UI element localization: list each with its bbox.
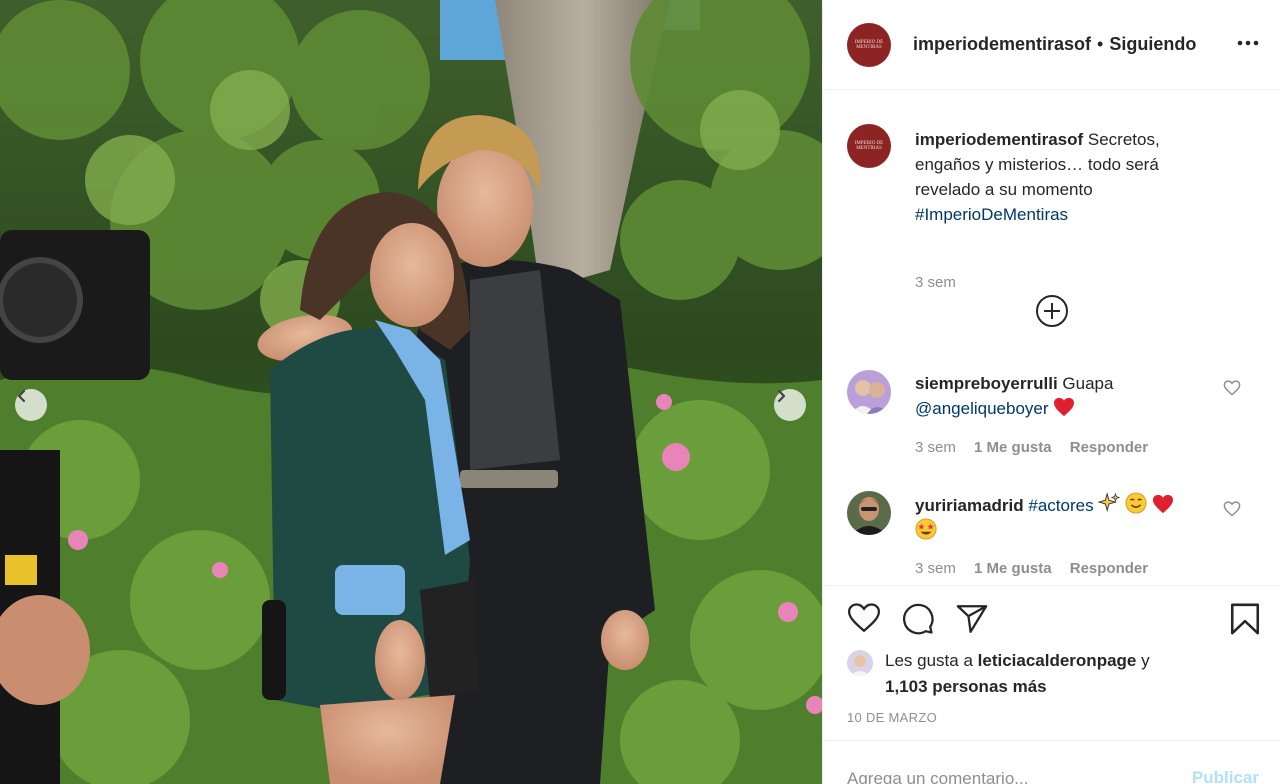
- publish-button[interactable]: Publicar: [1192, 768, 1259, 784]
- comment-icon: [903, 603, 934, 635]
- like-comment-button[interactable]: [1223, 501, 1241, 522]
- caption-hashtag[interactable]: #ImperioDeMentiras: [915, 205, 1068, 224]
- following-button[interactable]: Siguiendo: [1109, 34, 1196, 55]
- comment-mention[interactable]: @angeliqueboyer: [915, 399, 1049, 418]
- smiling-face-emoji-icon: [1125, 492, 1147, 514]
- post-header: IMPERIO DE MENTIRAS imperiodementirasof …: [823, 0, 1280, 90]
- comment-time[interactable]: 3 sem: [915, 560, 956, 577]
- avatar-image: [847, 491, 891, 535]
- more-options-button[interactable]: [1237, 32, 1259, 59]
- likes-others[interactable]: 1,103 personas más: [885, 674, 1047, 700]
- commenter-avatar[interactable]: [847, 370, 891, 414]
- post-actions: Les gusta a leticiacalderonpage y 1,103 …: [823, 585, 1280, 740]
- avatar-image: [847, 650, 873, 676]
- logo-text: IMPERIO DE MENTIRAS: [854, 141, 884, 151]
- account-avatar[interactable]: IMPERIO DE MENTIRAS: [847, 22, 891, 67]
- load-more-comments-button[interactable]: [1035, 294, 1069, 333]
- previous-photo-button[interactable]: [15, 389, 47, 421]
- share-button[interactable]: [955, 602, 989, 641]
- red-heart-emoji-icon: [1152, 494, 1173, 514]
- likes-prefix: Les gusta a: [885, 651, 973, 670]
- caption-time[interactable]: 3 sem: [915, 274, 956, 291]
- account-username[interactable]: imperiodementirasof: [913, 34, 1091, 55]
- reply-button[interactable]: Responder: [1070, 560, 1148, 577]
- red-heart-emoji-icon: [1054, 397, 1075, 417]
- comment-likes[interactable]: 1 Me gusta: [974, 439, 1052, 456]
- like-button[interactable]: [847, 602, 881, 639]
- heart-icon: [847, 603, 881, 633]
- comment-meta: 3 sem 1 Me gusta Responder: [915, 439, 1162, 456]
- chevron-right-icon: [777, 389, 786, 403]
- caption-text-block: imperiodementirasof Secretos, engaños y …: [915, 127, 1205, 227]
- comment-username[interactable]: siempreboyerrulli: [915, 374, 1058, 393]
- caption-avatar[interactable]: IMPERIO DE MENTIRAS: [847, 124, 891, 168]
- send-icon: [956, 605, 988, 633]
- comments-list[interactable]: IMPERIO DE MENTIRAS imperiodementirasof …: [823, 91, 1280, 585]
- caption-username[interactable]: imperiodementirasof: [915, 130, 1083, 149]
- comment-hashtag[interactable]: #actores: [1028, 496, 1093, 515]
- post-date[interactable]: 10 DE MARZO: [847, 710, 937, 725]
- post-photo[interactable]: [0, 0, 822, 784]
- star-struck-emoji-icon: [915, 518, 937, 540]
- more-horizontal-icon: [1237, 40, 1259, 46]
- comment-likes[interactable]: 1 Me gusta: [974, 560, 1052, 577]
- likes-line: Les gusta a leticiacalderonpage y: [885, 648, 1150, 674]
- comment-time[interactable]: 3 sem: [915, 439, 956, 456]
- liker-avatar[interactable]: [847, 650, 873, 676]
- commenter-avatar[interactable]: [847, 491, 891, 535]
- avatar-image: [847, 370, 891, 414]
- comment-button[interactable]: [901, 602, 935, 641]
- like-comment-button[interactable]: [1223, 380, 1241, 401]
- comment-text-block: siempreboyerrulli Guapa @angeliqueboyer: [915, 371, 1215, 421]
- sparkles-emoji-icon: [1098, 492, 1121, 513]
- header-separator: •: [1097, 34, 1104, 54]
- comment-text: Guapa: [1062, 374, 1114, 393]
- comment-text-block: yuririamadrid #actores: [915, 492, 1215, 544]
- post-sidebar: IMPERIO DE MENTIRAS imperiodementirasof …: [822, 0, 1280, 784]
- comment-meta: 3 sem 1 Me gusta Responder: [915, 560, 1162, 577]
- chevron-left-icon: [17, 389, 26, 403]
- bookmark-icon: [1230, 603, 1260, 635]
- liker-username[interactable]: leticiacalderonpage: [978, 651, 1137, 670]
- heart-icon: [1223, 501, 1241, 517]
- likes-conjunction: y: [1141, 651, 1150, 670]
- logo-text: IMPERIO DE MENTIRAS: [854, 39, 884, 50]
- reply-button[interactable]: Responder: [1070, 439, 1148, 456]
- next-photo-button[interactable]: [774, 389, 806, 421]
- plus-circle-icon: [1036, 295, 1068, 327]
- post-image: [0, 0, 822, 784]
- comment-username[interactable]: yuririamadrid: [915, 496, 1024, 515]
- save-button[interactable]: [1229, 602, 1261, 641]
- add-comment-bar: Agrega un comentario... Publicar: [823, 740, 1280, 784]
- heart-icon: [1223, 380, 1241, 396]
- comment-input[interactable]: Agrega un comentario...: [847, 769, 1028, 784]
